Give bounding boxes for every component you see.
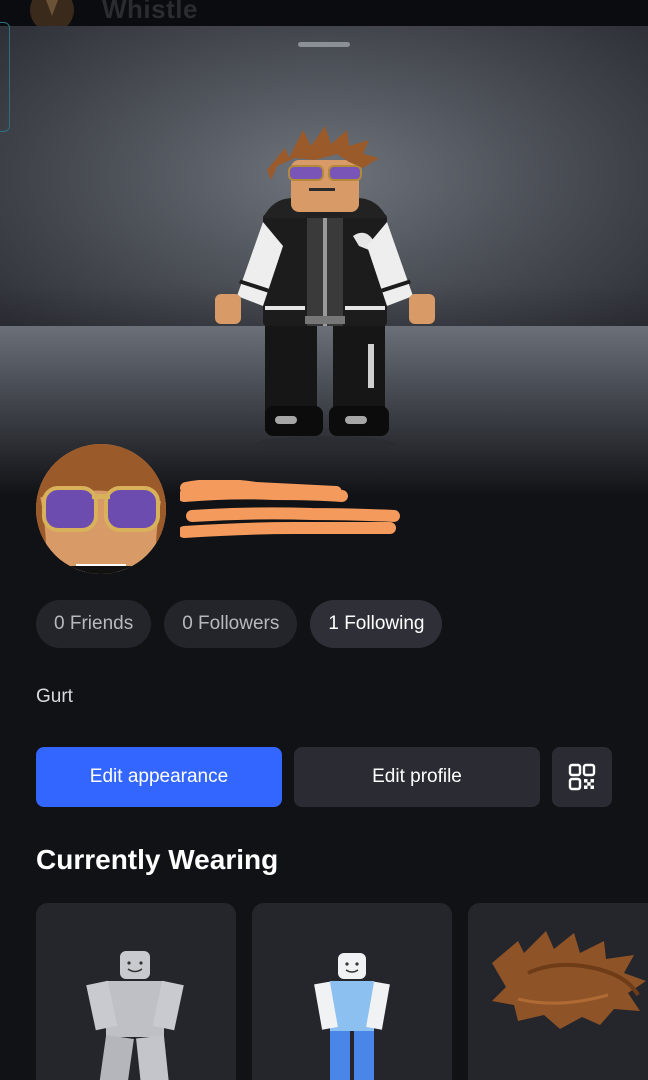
currently-wearing-heading: Currently Wearing xyxy=(36,844,279,875)
edit-appearance-label: Edit appearance xyxy=(89,766,229,787)
edit-profile-button[interactable]: Edit profile xyxy=(294,747,540,807)
avatar-stage xyxy=(0,26,648,496)
qr-code-button[interactable] xyxy=(552,747,612,807)
brown-hair-item-icon xyxy=(492,931,646,1029)
stats-row: 0 Friends 0 Followers 1 Following xyxy=(36,600,443,648)
app-title: Whistle xyxy=(102,0,198,24)
gray-body-item-icon xyxy=(86,951,184,1080)
profile-avatar[interactable] xyxy=(36,444,166,574)
blue-body-item-icon xyxy=(314,953,390,1080)
wearing-item-card[interactable] xyxy=(252,903,452,1080)
edit-appearance-button[interactable]: Edit appearance xyxy=(36,747,282,807)
app-avatar-icon xyxy=(30,0,74,26)
profile-bio: Gurt xyxy=(36,686,73,707)
sheet-drag-handle[interactable] xyxy=(298,42,350,47)
profile-sheet: 0 Friends 0 Followers 1 Following Gurt E… xyxy=(0,26,648,1080)
friends-pill[interactable]: 0 Friends xyxy=(36,600,152,648)
edit-profile-label: Edit profile xyxy=(372,766,462,787)
wearing-item-card[interactable] xyxy=(468,903,648,1080)
wearing-item-card[interactable] xyxy=(36,903,236,1080)
app-top-bar: Whistle xyxy=(0,0,648,26)
display-name-redacted xyxy=(180,480,400,538)
following-pill[interactable]: 1 Following xyxy=(310,600,443,648)
side-drawer-handle[interactable] xyxy=(0,22,10,132)
qr-code-icon xyxy=(568,763,596,791)
avatar-3d-model[interactable] xyxy=(205,126,445,456)
followers-pill[interactable]: 0 Followers xyxy=(164,600,298,648)
